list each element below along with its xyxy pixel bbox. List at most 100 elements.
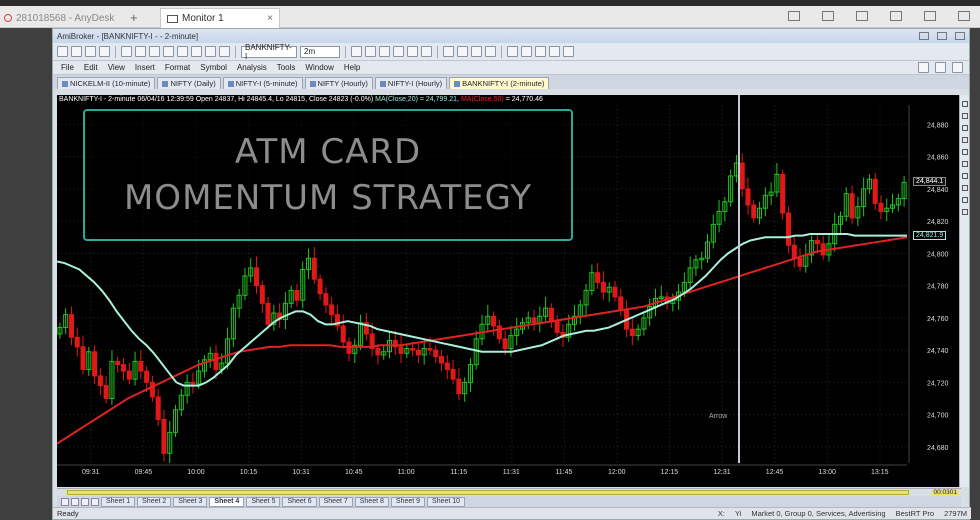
menu-tools[interactable]: Tools <box>277 63 296 72</box>
draw-line-icon[interactable] <box>443 46 454 57</box>
select-tool-icon[interactable] <box>961 101 968 107</box>
trend-icon[interactable] <box>563 46 574 57</box>
tab-nifty-5min[interactable]: NIFTY-I (5-minute) <box>222 77 303 89</box>
tab-nifty-i-hourly[interactable]: NIFTY-I (Hourly) <box>374 77 448 89</box>
sheet-tab[interactable]: Sheet 9 <box>390 496 426 507</box>
x-tick-label: 09:31 <box>82 469 100 476</box>
strategy-title-overlay: ATM CARD MOMENTUM STRATEGY <box>83 109 573 241</box>
child-minimize-icon[interactable] <box>918 62 929 73</box>
circle-tool-icon[interactable] <box>961 161 968 167</box>
sheet-tab[interactable]: Sheet 4 <box>209 496 245 507</box>
x-tick-label: 10:00 <box>187 469 205 476</box>
close-icon[interactable] <box>955 32 965 40</box>
x-tick-label: 12:31 <box>713 469 731 476</box>
chart-type-icon[interactable] <box>421 46 432 57</box>
refresh-icon[interactable] <box>191 46 202 57</box>
menu-window[interactable]: Window <box>305 63 333 72</box>
sheet-tab[interactable]: Sheet 7 <box>318 496 353 507</box>
pencil-icon[interactable] <box>457 46 468 57</box>
play-icon[interactable] <box>177 46 188 57</box>
keyboard-icon[interactable] <box>822 11 834 21</box>
line-tool-icon[interactable] <box>961 113 968 119</box>
child-restore-icon[interactable] <box>935 62 946 73</box>
chart-icon <box>454 80 461 87</box>
print-icon[interactable] <box>99 46 110 57</box>
first-sheet-icon[interactable] <box>61 497 69 506</box>
arrow-tool-icon[interactable] <box>961 197 968 203</box>
fib-tool-icon[interactable] <box>961 173 968 179</box>
arc-icon[interactable] <box>485 46 496 57</box>
monitor-tab[interactable]: Monitor 1 × <box>160 8 280 28</box>
info-icon[interactable] <box>205 46 216 57</box>
status-x: X: <box>717 509 725 518</box>
menu-analysis[interactable]: Analysis <box>237 63 267 72</box>
sheet-tab[interactable]: Sheet 6 <box>282 496 317 507</box>
hline-tool-icon[interactable] <box>961 125 968 131</box>
sheet-tab[interactable]: Sheet 10 <box>427 496 466 507</box>
remote-desktop-left-edge <box>0 28 52 520</box>
interval-combo[interactable]: 2m <box>300 45 340 58</box>
menu-edit[interactable]: Edit <box>84 63 98 72</box>
copy-icon[interactable] <box>135 46 146 57</box>
optimize-icon[interactable] <box>407 46 418 57</box>
channel-icon[interactable] <box>549 46 560 57</box>
sheet-tab[interactable]: Sheet 1 <box>101 496 136 507</box>
amibroker-window: AmiBroker - [BANKNIFTY-I - - 2-minute] B… <box>52 28 971 520</box>
new-icon[interactable] <box>57 46 68 57</box>
menu-symbol[interactable]: Symbol <box>200 63 227 72</box>
menu-help[interactable]: Help <box>344 63 360 72</box>
horizontal-scrollbar[interactable]: 00:0301 <box>57 488 961 496</box>
session-status-icon <box>4 14 12 22</box>
tab-nickelm[interactable]: NICKELM-II (10-minute) <box>57 77 156 89</box>
scan-icon[interactable] <box>365 46 376 57</box>
child-close-icon[interactable] <box>952 62 963 73</box>
sheet-tab[interactable]: Sheet 8 <box>354 496 389 507</box>
open-icon[interactable] <box>71 46 82 57</box>
candle-body <box>439 356 445 364</box>
paste-icon[interactable] <box>149 46 160 57</box>
indicator-icon[interactable] <box>351 46 362 57</box>
sheet-tab[interactable]: Sheet 5 <box>246 496 281 507</box>
anydesk-session-tab[interactable]: 281018568 - AnyDesk <box>4 8 132 28</box>
next-sheet-icon[interactable] <box>81 497 89 506</box>
menu-file[interactable]: File <box>61 63 74 72</box>
backtest-icon[interactable] <box>393 46 404 57</box>
undo-icon[interactable] <box>163 46 174 57</box>
symbol-combo[interactable]: BANKNIFTY-I <box>241 43 297 61</box>
menu-format[interactable]: Format <box>165 63 190 72</box>
actions-icon[interactable] <box>856 11 868 21</box>
sheet-tab[interactable]: Sheet 2 <box>137 496 172 507</box>
text-tool-icon[interactable] <box>961 185 968 191</box>
color-icon[interactable] <box>507 46 518 57</box>
text-tool-icon[interactable] <box>535 46 546 57</box>
tab-nifty-daily[interactable]: NIFTY (Daily) <box>157 77 221 89</box>
display-icon[interactable] <box>788 11 800 21</box>
menu-icon[interactable] <box>958 11 970 21</box>
close-tab-icon[interactable]: × <box>267 13 273 24</box>
price-chart[interactable]: 24,680 24,700 24,720 24,740 24,760 24,780 24,8… <box>57 95 961 487</box>
cut-icon[interactable] <box>121 46 132 57</box>
last-sheet-icon[interactable] <box>91 497 99 506</box>
vline-tool-icon[interactable] <box>961 137 968 143</box>
prev-sheet-icon[interactable] <box>71 497 79 506</box>
save-icon[interactable] <box>85 46 96 57</box>
new-tab-button[interactable]: + <box>130 10 138 25</box>
gann-tool-icon[interactable] <box>961 209 968 215</box>
menu-view[interactable]: View <box>108 63 125 72</box>
tab-banknifty-2min[interactable]: BANKNIFTY-I (2-minute) <box>449 77 550 89</box>
layout-icon[interactable] <box>219 46 230 57</box>
tab-nifty-hourly[interactable]: NIFTY (Hourly) <box>304 77 373 89</box>
scrollbar-thumb[interactable] <box>67 490 909 495</box>
menu-insert[interactable]: Insert <box>135 63 155 72</box>
ray-icon[interactable] <box>471 46 482 57</box>
rect-tool-icon[interactable] <box>961 149 968 155</box>
maximize-icon[interactable] <box>937 32 947 40</box>
sheet-tab[interactable]: Sheet 3 <box>173 496 208 507</box>
fibonacci-icon[interactable] <box>521 46 532 57</box>
explore-icon[interactable] <box>379 46 390 57</box>
chart-icon <box>227 80 234 87</box>
minimize-icon[interactable] <box>919 32 929 40</box>
monitor-switch-icon[interactable] <box>890 11 902 21</box>
last-price-tag: 24,844.1 <box>913 177 947 187</box>
file-transfer-icon[interactable] <box>924 11 936 21</box>
